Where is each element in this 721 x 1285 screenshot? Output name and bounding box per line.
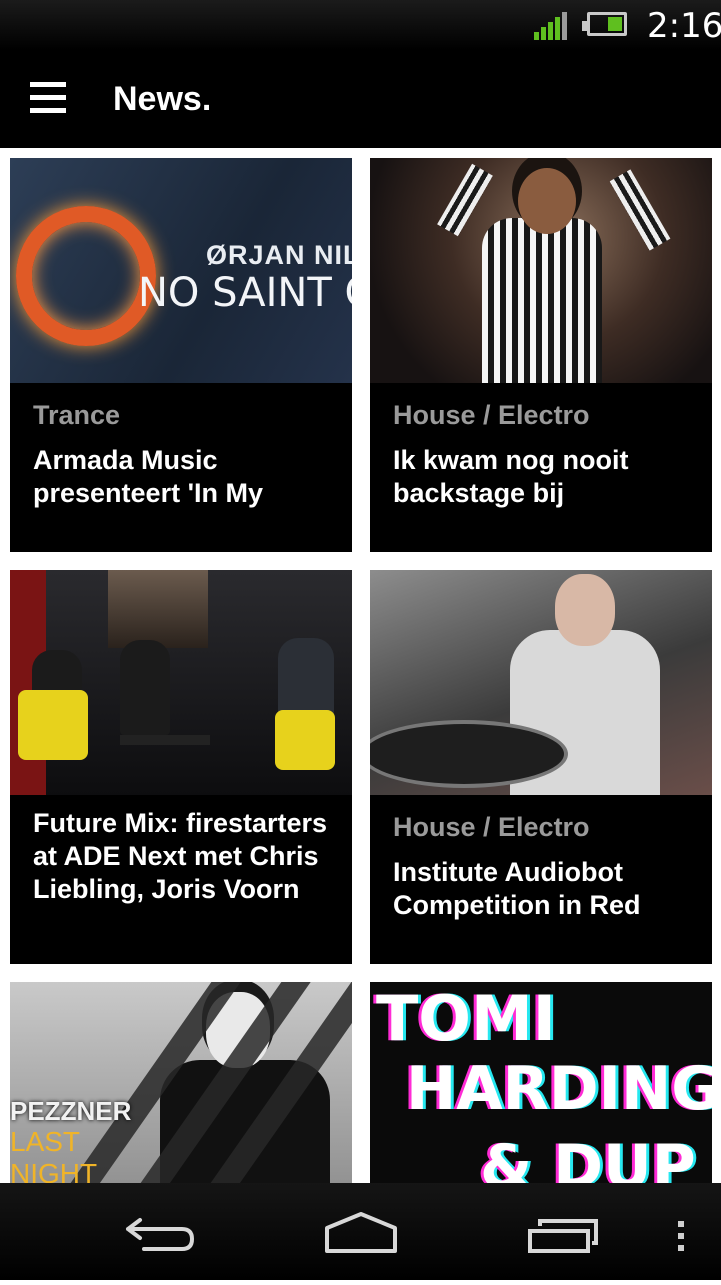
app-bar: News. [0,50,721,148]
article-headline: Ik kwam nog nooit backstage bij Backstag… [393,445,629,508]
thumbnail-text: NO SAINT OUT [138,270,352,316]
hamburger-menu-icon[interactable] [30,82,66,114]
article-thumbnail: TOMI HARDING & DUP [370,982,712,1183]
thumbnail-text: HARDING [406,1054,712,1124]
status-bar: 2:16 [0,0,721,50]
news-card-backstage[interactable]: House / Electro Ik kwam nog nooit backst… [370,158,712,552]
thumbnail-text: ØRJAN NIL [206,240,352,270]
news-card-tomi-harding[interactable]: TOMI HARDING & DUP [370,982,712,1183]
article-headline: Institute Audiobot Competition in Red Bu… [393,857,641,920]
back-icon [126,1218,194,1251]
news-card-armada[interactable]: ØRJAN NIL NO SAINT OUT Trance Armada Mus… [10,158,352,552]
battery-icon [582,12,627,36]
thumbnail-text: NIGHT [10,1158,98,1183]
article-thumbnail: PEZZNER LAST NIGHT [10,982,352,1183]
article-thumbnail: ØRJAN NIL NO SAINT OUT [10,158,352,383]
news-card-pezzner[interactable]: PEZZNER LAST NIGHT [10,982,352,1183]
article-headline: Armada Music presenteert 'In My Opinion' [33,445,263,508]
news-grid: ØRJAN NIL NO SAINT OUT Trance Armada Mus… [0,148,721,1183]
recent-apps-button[interactable] [500,1183,620,1280]
article-category: House / Electro [393,812,590,842]
article-category: Trance [33,400,121,430]
thumbnail-text: LAST [10,1126,81,1157]
back-button[interactable] [100,1183,220,1280]
thumbnail-text: & DUP [480,1132,696,1183]
navigation-bar [0,1183,721,1280]
signal-icon [534,12,570,40]
thumbnail-text: PEZZNER [10,1096,132,1126]
home-icon [325,1212,397,1253]
home-button[interactable] [300,1183,420,1280]
article-headline: Future Mix: firestarters at ADE Next met… [33,808,328,904]
page-title: News. [113,80,212,118]
thumbnail-text: TOMI [376,982,556,1055]
article-category: House / Electro [393,400,590,430]
news-card-future-mix[interactable]: Future Mix: firestarters at ADE Next met… [10,570,352,964]
article-thumbnail [370,570,712,795]
article-thumbnail [10,570,352,795]
news-card-audiobot[interactable]: House / Electro Institute Audiobot Compe… [370,570,712,964]
overflow-menu-button[interactable] [662,1183,702,1280]
article-thumbnail [370,158,712,383]
recent-apps-icon [528,1219,598,1253]
status-time: 2:16 [647,6,721,46]
